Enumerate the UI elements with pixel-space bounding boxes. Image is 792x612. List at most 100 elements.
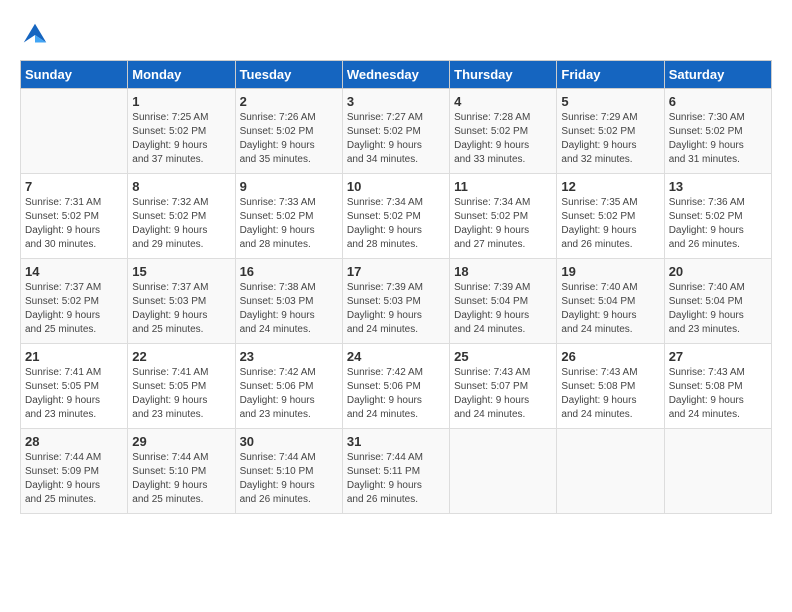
day-info: Sunrise: 7:34 AM Sunset: 5:02 PM Dayligh…	[454, 196, 552, 252]
day-number: 14	[25, 264, 123, 279]
calendar-cell: 3Sunrise: 7:27 AM Sunset: 5:02 PM Daylig…	[342, 89, 449, 174]
day-info: Sunrise: 7:44 AM Sunset: 5:09 PM Dayligh…	[25, 451, 123, 507]
day-number: 27	[669, 349, 767, 364]
day-info: Sunrise: 7:43 AM Sunset: 5:08 PM Dayligh…	[561, 366, 659, 422]
calendar-cell: 14 Sunrise: 7:37 AM Sunset: 5:02 PM Dayli…	[21, 259, 128, 344]
day-number: 15	[132, 264, 230, 279]
calendar-cell	[664, 429, 771, 514]
calendar-cell	[21, 89, 128, 174]
day-info: Sunrise: 7:40 AM Sunset: 5:04 PM Dayligh…	[669, 281, 767, 337]
day-number: 12	[561, 179, 659, 194]
day-info: Sunrise: 7:36 AM Sunset: 5:02 PM Dayligh…	[669, 196, 767, 252]
day-number: 24	[347, 349, 445, 364]
calendar-cell: 10Sunrise: 7:34 AM Sunset: 5:02 PM Dayli…	[342, 174, 449, 259]
day-number: 1	[132, 94, 230, 109]
day-number: 22	[132, 349, 230, 364]
day-info: Sunrise: 7:25 AM Sunset: 5:02 PM Dayligh…	[132, 111, 230, 167]
day-number: 2	[240, 94, 338, 109]
calendar-table: SundayMondayTuesdayWednesdayThursdayFrid…	[20, 60, 772, 514]
calendar-cell: 20 Sunrise: 7:40 AM Sunset: 5:04 PM Dayli…	[664, 259, 771, 344]
day-number: 29	[132, 434, 230, 449]
calendar-cell: 22Sunrise: 7:41 AM Sunset: 5:05 PM Dayli…	[128, 344, 235, 429]
calendar-cell: 8 Sunrise: 7:32 AM Sunset: 5:02 PM Daylig…	[128, 174, 235, 259]
day-info: Sunrise: 7:35 AM Sunset: 5:02 PM Dayligh…	[561, 196, 659, 252]
calendar-cell: 5 Sunrise: 7:29 AM Sunset: 5:02 PM Daylig…	[557, 89, 664, 174]
day-info: Sunrise: 7:41 AM Sunset: 5:05 PM Dayligh…	[25, 366, 123, 422]
calendar-week-row: 21 Sunrise: 7:41 AM Sunset: 5:05 PM Dayli…	[21, 344, 772, 429]
day-number: 28	[25, 434, 123, 449]
calendar-cell: 26 Sunrise: 7:43 AM Sunset: 5:08 PM Dayli…	[557, 344, 664, 429]
calendar-cell: 17Sunrise: 7:39 AM Sunset: 5:03 PM Dayli…	[342, 259, 449, 344]
day-number: 19	[561, 264, 659, 279]
day-header-tuesday: Tuesday	[235, 61, 342, 89]
day-number: 13	[669, 179, 767, 194]
calendar-week-row: 14 Sunrise: 7:37 AM Sunset: 5:02 PM Dayli…	[21, 259, 772, 344]
day-number: 30	[240, 434, 338, 449]
day-number: 16	[240, 264, 338, 279]
day-header-thursday: Thursday	[450, 61, 557, 89]
calendar-cell: 19 Sunrise: 7:40 AM Sunset: 5:04 PM Dayli…	[557, 259, 664, 344]
calendar-cell: 1 Sunrise: 7:25 AM Sunset: 5:02 PM Daylig…	[128, 89, 235, 174]
calendar-cell: 15 Sunrise: 7:37 AM Sunset: 5:03 PM Dayli…	[128, 259, 235, 344]
day-info: Sunrise: 7:30 AM Sunset: 5:02 PM Dayligh…	[669, 111, 767, 167]
calendar-cell: 29 Sunrise: 7:44 AM Sunset: 5:10 PM Dayli…	[128, 429, 235, 514]
day-number: 3	[347, 94, 445, 109]
calendar-cell: 31 Sunrise: 7:44 AM Sunset: 5:11 PM Dayli…	[342, 429, 449, 514]
day-number: 5	[561, 94, 659, 109]
day-number: 31	[347, 434, 445, 449]
day-number: 10	[347, 179, 445, 194]
day-number: 7	[25, 179, 123, 194]
day-info: Sunrise: 7:44 AM Sunset: 5:10 PM Dayligh…	[132, 451, 230, 507]
day-number: 25	[454, 349, 552, 364]
day-info: Sunrise: 7:43 AM Sunset: 5:07 PM Dayligh…	[454, 366, 552, 422]
day-info: Sunrise: 7:26 AM Sunset: 5:02 PM Dayligh…	[240, 111, 338, 167]
calendar-cell: 18 Sunrise: 7:39 AM Sunset: 5:04 PM Dayli…	[450, 259, 557, 344]
logo	[20, 20, 54, 50]
calendar-cell: 30Sunrise: 7:44 AM Sunset: 5:10 PM Dayli…	[235, 429, 342, 514]
day-number: 8	[132, 179, 230, 194]
day-info: Sunrise: 7:28 AM Sunset: 5:02 PM Dayligh…	[454, 111, 552, 167]
day-number: 11	[454, 179, 552, 194]
calendar-cell: 11 Sunrise: 7:34 AM Sunset: 5:02 PM Dayli…	[450, 174, 557, 259]
calendar-cell: 4 Sunrise: 7:28 AM Sunset: 5:02 PM Daylig…	[450, 89, 557, 174]
calendar-cell: 21 Sunrise: 7:41 AM Sunset: 5:05 PM Dayli…	[21, 344, 128, 429]
day-info: Sunrise: 7:29 AM Sunset: 5:02 PM Dayligh…	[561, 111, 659, 167]
calendar-cell: 23 Sunrise: 7:42 AM Sunset: 5:06 PM Dayli…	[235, 344, 342, 429]
day-number: 21	[25, 349, 123, 364]
calendar-week-row: 7 Sunrise: 7:31 AM Sunset: 5:02 PM Daylig…	[21, 174, 772, 259]
day-info: Sunrise: 7:44 AM Sunset: 5:11 PM Dayligh…	[347, 451, 445, 507]
day-number: 4	[454, 94, 552, 109]
day-info: Sunrise: 7:37 AM Sunset: 5:03 PM Dayligh…	[132, 281, 230, 337]
day-info: Sunrise: 7:42 AM Sunset: 5:06 PM Dayligh…	[240, 366, 338, 422]
day-info: Sunrise: 7:37 AM Sunset: 5:02 PM Dayligh…	[25, 281, 123, 337]
calendar-cell: 7 Sunrise: 7:31 AM Sunset: 5:02 PM Daylig…	[21, 174, 128, 259]
day-number: 20	[669, 264, 767, 279]
day-info: Sunrise: 7:31 AM Sunset: 5:02 PM Dayligh…	[25, 196, 123, 252]
calendar-cell	[557, 429, 664, 514]
calendar-cell	[450, 429, 557, 514]
calendar-week-row: 28 Sunrise: 7:44 AM Sunset: 5:09 PM Dayli…	[21, 429, 772, 514]
calendar-cell: 13 Sunrise: 7:36 AM Sunset: 5:02 PM Dayli…	[664, 174, 771, 259]
day-info: Sunrise: 7:42 AM Sunset: 5:06 PM Dayligh…	[347, 366, 445, 422]
day-header-monday: Monday	[128, 61, 235, 89]
day-number: 6	[669, 94, 767, 109]
calendar-cell: 25 Sunrise: 7:43 AM Sunset: 5:07 PM Dayli…	[450, 344, 557, 429]
calendar-cell: 24 Sunrise: 7:42 AM Sunset: 5:06 PM Dayli…	[342, 344, 449, 429]
calendar-cell: 9Sunrise: 7:33 AM Sunset: 5:02 PM Daylig…	[235, 174, 342, 259]
calendar-cell: 12 Sunrise: 7:35 AM Sunset: 5:02 PM Dayli…	[557, 174, 664, 259]
day-number: 17	[347, 264, 445, 279]
day-header-saturday: Saturday	[664, 61, 771, 89]
day-info: Sunrise: 7:32 AM Sunset: 5:02 PM Dayligh…	[132, 196, 230, 252]
day-header-friday: Friday	[557, 61, 664, 89]
logo-icon	[20, 20, 50, 50]
day-info: Sunrise: 7:43 AM Sunset: 5:08 PM Dayligh…	[669, 366, 767, 422]
day-info: Sunrise: 7:40 AM Sunset: 5:04 PM Dayligh…	[561, 281, 659, 337]
calendar-cell: 28 Sunrise: 7:44 AM Sunset: 5:09 PM Dayli…	[21, 429, 128, 514]
day-number: 23	[240, 349, 338, 364]
day-info: Sunrise: 7:33 AM Sunset: 5:02 PM Dayligh…	[240, 196, 338, 252]
day-number: 26	[561, 349, 659, 364]
day-number: 18	[454, 264, 552, 279]
calendar-cell: 2 Sunrise: 7:26 AM Sunset: 5:02 PM Daylig…	[235, 89, 342, 174]
day-header-wednesday: Wednesday	[342, 61, 449, 89]
day-info: Sunrise: 7:39 AM Sunset: 5:04 PM Dayligh…	[454, 281, 552, 337]
